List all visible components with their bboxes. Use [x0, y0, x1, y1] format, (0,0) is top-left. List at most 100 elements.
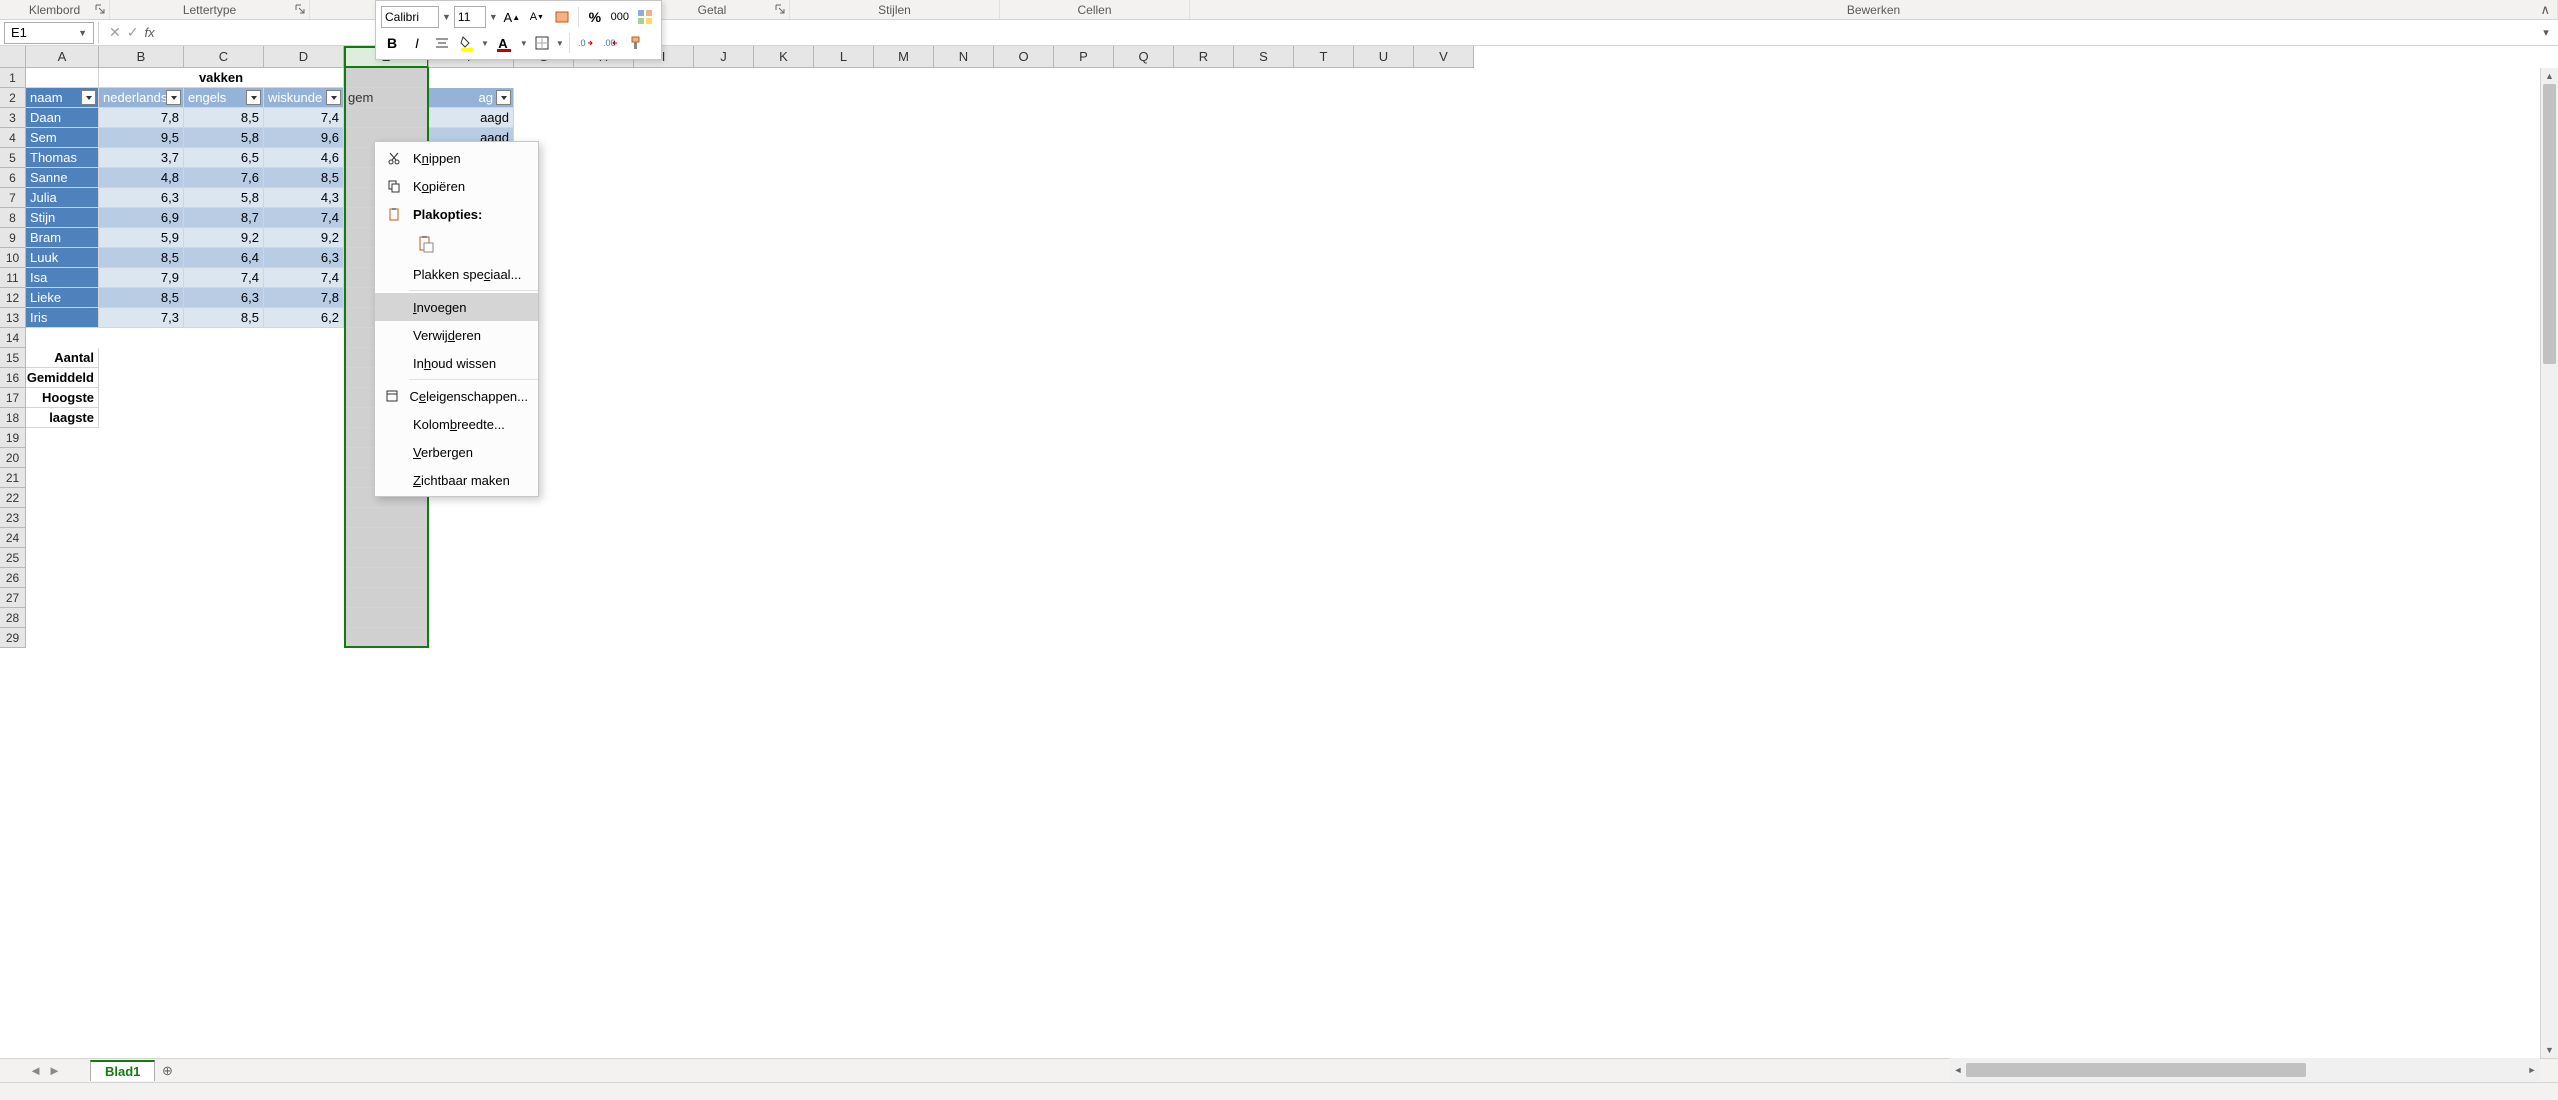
cell[interactable]: 7,4 [264, 208, 344, 228]
row-header[interactable]: 7 [0, 188, 26, 208]
row-header[interactable]: 10 [0, 248, 26, 268]
cell[interactable]: Stijn [26, 208, 99, 228]
cell[interactable]: 9,2 [264, 228, 344, 248]
row-header[interactable]: 8 [0, 208, 26, 228]
cell[interactable]: 8,5 [264, 168, 344, 188]
horizontal-scrollbar[interactable]: ◄ ► [1950, 1058, 2540, 1082]
cell[interactable] [344, 68, 429, 88]
menu-clear-contents[interactable]: Inhoud wissen [375, 349, 538, 377]
name-box[interactable]: E1 ▼ [4, 22, 94, 44]
column-header[interactable]: K [754, 46, 814, 68]
cell[interactable]: 8,5 [99, 248, 184, 268]
cell[interactable]: 4,8 [99, 168, 184, 188]
cell[interactable]: Lieke [26, 288, 99, 308]
bold-icon[interactable]: B [381, 32, 403, 54]
cell-merged-title[interactable]: vakken [99, 68, 344, 88]
dialog-launcher-icon[interactable] [94, 3, 106, 15]
column-header[interactable]: S [1234, 46, 1294, 68]
cell[interactable]: 6,5 [184, 148, 264, 168]
cell[interactable]: 6,3 [99, 188, 184, 208]
cell[interactable]: 8,5 [99, 288, 184, 308]
sheet-nav[interactable]: ◄ ► [0, 1063, 90, 1078]
cell[interactable]: 5,8 [184, 188, 264, 208]
cell[interactable]: 7,4 [264, 268, 344, 288]
menu-paste-special[interactable]: Plakken speciaal... [375, 260, 538, 288]
row-header[interactable]: 28 [0, 608, 26, 628]
percent-icon[interactable]: % [584, 6, 606, 28]
select-all-corner[interactable] [0, 46, 26, 68]
cell[interactable]: nederlands [99, 88, 184, 108]
cancel-icon[interactable]: ✕ [109, 24, 121, 41]
cell[interactable]: 6,2 [264, 308, 344, 328]
cell[interactable] [344, 628, 429, 648]
menu-insert[interactable]: Invoegen [375, 293, 538, 321]
column-header[interactable]: V [1414, 46, 1474, 68]
sheet-prev-icon[interactable]: ◄ [29, 1063, 42, 1078]
row-header[interactable]: 4 [0, 128, 26, 148]
add-sheet-icon[interactable]: ⊕ [155, 1063, 179, 1079]
menu-cut[interactable]: Knippen [375, 144, 538, 172]
menu-column-width[interactable]: Kolombreedte... [375, 410, 538, 438]
paste-default-icon[interactable] [413, 231, 439, 257]
row-header[interactable]: 22 [0, 488, 26, 508]
row-header[interactable]: 21 [0, 468, 26, 488]
cell[interactable] [344, 588, 429, 608]
conditional-format-icon[interactable] [634, 6, 656, 28]
filter-dropdown-icon[interactable] [496, 90, 511, 105]
cell[interactable]: 7,3 [99, 308, 184, 328]
dialog-launcher-icon[interactable] [774, 3, 786, 15]
increase-decimal-icon[interactable]: .00 [600, 32, 622, 54]
column-header[interactable]: J [694, 46, 754, 68]
cell[interactable]: Hoogste [26, 388, 99, 408]
row-header[interactable]: 24 [0, 528, 26, 548]
cell[interactable]: 6,3 [264, 248, 344, 268]
row-header[interactable]: 6 [0, 168, 26, 188]
row-header[interactable]: 5 [0, 148, 26, 168]
cell[interactable] [344, 568, 429, 588]
cell[interactable]: 3,7 [99, 148, 184, 168]
cell[interactable]: engels [184, 88, 264, 108]
decrease-decimal-icon[interactable]: .0 [575, 32, 597, 54]
row-header[interactable]: 26 [0, 568, 26, 588]
cell[interactable] [344, 608, 429, 628]
vertical-scrollbar[interactable]: ▲ ▼ [2540, 68, 2558, 1058]
row-header[interactable]: 19 [0, 428, 26, 448]
borders-icon[interactable] [531, 32, 553, 54]
row-header[interactable]: 14 [0, 328, 26, 348]
menu-format-cells[interactable]: Celeigenschappen... [375, 382, 538, 410]
increase-font-icon[interactable]: A▲ [501, 6, 523, 28]
cell[interactable] [344, 508, 429, 528]
row-header[interactable]: 3 [0, 108, 26, 128]
cell[interactable]: 6,3 [184, 288, 264, 308]
cell[interactable]: gem [344, 88, 429, 108]
row-header[interactable]: 9 [0, 228, 26, 248]
cell[interactable]: 5,9 [99, 228, 184, 248]
cell[interactable] [344, 528, 429, 548]
sheet-next-icon[interactable]: ► [48, 1063, 61, 1078]
row-header[interactable]: 25 [0, 548, 26, 568]
fill-color-icon[interactable] [456, 32, 478, 54]
menu-copy[interactable]: Kopiëren [375, 172, 538, 200]
cell[interactable]: laagste [26, 408, 99, 428]
row-header[interactable]: 11 [0, 268, 26, 288]
cell[interactable]: 6,9 [99, 208, 184, 228]
row-header[interactable]: 17 [0, 388, 26, 408]
cell[interactable]: Sem [26, 128, 99, 148]
sheet-tab-active[interactable]: Blad1 [90, 1060, 155, 1081]
menu-delete[interactable]: Verwijderen [375, 321, 538, 349]
cell[interactable]: 9,6 [264, 128, 344, 148]
column-header[interactable]: U [1354, 46, 1414, 68]
decrease-font-icon[interactable]: A▼ [526, 6, 548, 28]
menu-unhide[interactable]: Zichtbaar maken [375, 466, 538, 494]
row-header[interactable]: 1 [0, 68, 26, 88]
cell[interactable] [344, 108, 429, 128]
column-header[interactable]: A [26, 46, 99, 68]
row-header[interactable]: 27 [0, 588, 26, 608]
cell[interactable]: Sanne [26, 168, 99, 188]
filter-dropdown-icon[interactable] [246, 90, 261, 105]
column-header[interactable]: B [99, 46, 184, 68]
row-header[interactable]: 29 [0, 628, 26, 648]
row-header[interactable]: 16 [0, 368, 26, 388]
column-header[interactable]: C [184, 46, 264, 68]
collapse-ribbon-icon[interactable]: ∧ [2540, 2, 2550, 18]
